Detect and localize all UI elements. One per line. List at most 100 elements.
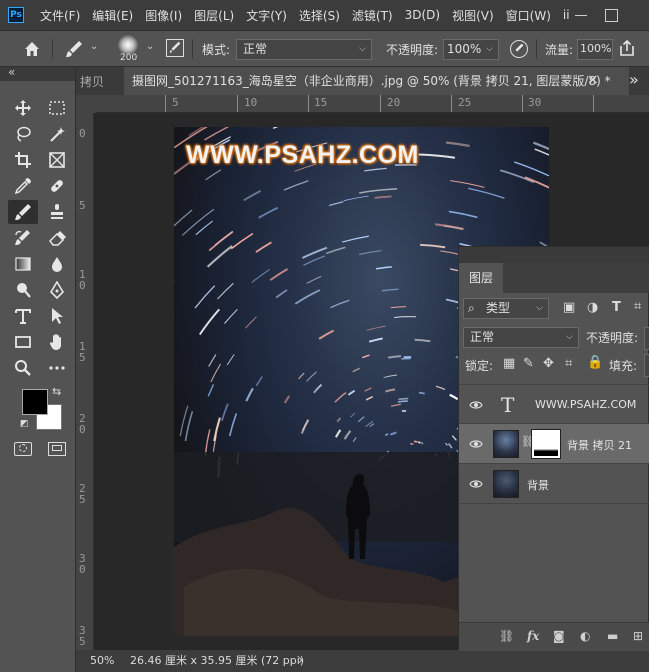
more-tabs-icon[interactable]: » xyxy=(629,70,639,89)
photoshop-logo[interactable]: Ps xyxy=(8,7,24,23)
ruler-origin[interactable] xyxy=(76,95,96,113)
filter-shape-icon[interactable]: ⌗ xyxy=(634,299,641,314)
frame-tool-icon[interactable] xyxy=(44,148,70,172)
brush-size-preview[interactable] xyxy=(118,35,138,55)
eye-icon[interactable] xyxy=(469,398,483,412)
crop-tool-icon[interactable] xyxy=(10,148,36,172)
rectangle-tool-icon[interactable] xyxy=(10,330,36,354)
lock-transparency-icon[interactable]: ▦ xyxy=(503,356,515,371)
blend-mode-dropdown[interactable]: 正常 ⌵ xyxy=(463,327,579,348)
layer-row-background-copy[interactable]: ⛓ 背景 拷贝 21 xyxy=(459,424,649,464)
eraser-icon[interactable] xyxy=(44,226,70,250)
share-icon[interactable] xyxy=(619,39,635,57)
chevron-down-icon[interactable]: ⌄ xyxy=(146,41,154,52)
filter-pixel-icon[interactable]: ▣ xyxy=(563,300,575,315)
menu-file[interactable]: 文件(F) xyxy=(34,7,86,24)
blur-tool-icon[interactable] xyxy=(44,252,70,276)
layer-thumbnail[interactable] xyxy=(493,430,519,458)
layers-panel-header[interactable] xyxy=(459,247,649,263)
chevron-down-icon: ⌵ xyxy=(566,332,573,342)
fill-field[interactable] xyxy=(644,354,649,377)
minimize-button[interactable] xyxy=(573,5,589,27)
menu-view[interactable]: 视图(V) xyxy=(446,7,500,24)
swap-colors-icon[interactable]: ⇆ xyxy=(52,385,61,398)
lasso-tool-icon[interactable] xyxy=(10,122,36,146)
tab-layers[interactable]: 图层 xyxy=(459,263,503,293)
move-tool-icon[interactable] xyxy=(10,96,36,120)
menu-window[interactable]: 窗口(W) xyxy=(500,7,557,24)
close-tab-icon[interactable]: × xyxy=(587,72,599,88)
eye-icon[interactable] xyxy=(469,477,483,491)
lock-pixels-icon[interactable]: ✎ xyxy=(523,356,534,371)
previous-tab[interactable]: 拷贝 xyxy=(80,73,104,90)
brush-settings-icon[interactable] xyxy=(166,39,184,57)
zoom-level[interactable]: 50% xyxy=(90,650,114,672)
default-colors-icon[interactable]: ◩ xyxy=(20,419,29,429)
path-selection-icon[interactable] xyxy=(44,304,70,328)
screen-mode-icon[interactable] xyxy=(48,442,66,456)
menu-layer[interactable]: 图层(L) xyxy=(188,7,240,24)
healing-brush-icon[interactable] xyxy=(44,174,70,198)
quick-mask-icon[interactable] xyxy=(14,442,32,456)
pen-tool-icon[interactable] xyxy=(44,278,70,302)
group-folder-icon[interactable]: ▬ xyxy=(607,629,618,643)
magic-wand-icon[interactable] xyxy=(44,122,70,146)
foreground-color-swatch[interactable] xyxy=(22,389,48,415)
clone-stamp-icon[interactable] xyxy=(44,200,70,224)
filter-type-icon[interactable]: T xyxy=(612,300,621,315)
status-arrow-icon[interactable]: › xyxy=(298,650,303,672)
collapse-icon[interactable]: « xyxy=(8,65,15,79)
hand-tool-icon[interactable] xyxy=(44,330,70,354)
vertical-ruler[interactable]: 0 5 1 0 1 5 2 0 2 5 3 0 3 5 xyxy=(76,113,94,650)
layer-thumbnail[interactable] xyxy=(493,470,519,498)
document-tab[interactable]: 摄图网_501271163_海岛星空（非企业商用）.jpg @ 50% (背景 … xyxy=(124,67,629,95)
marquee-tool-icon[interactable] xyxy=(44,96,70,120)
lock-all-icon[interactable]: 🔒 xyxy=(587,355,603,370)
lock-position-icon[interactable]: ✥ xyxy=(543,356,554,371)
link-layers-icon[interactable]: ⛓ xyxy=(499,629,514,643)
ruler-label: 1 5 xyxy=(79,340,86,364)
filter-adjustment-icon[interactable]: ◑ xyxy=(587,300,598,315)
history-brush-icon[interactable] xyxy=(10,226,36,250)
pressure-opacity-icon[interactable] xyxy=(510,40,528,58)
gradient-tool-icon[interactable] xyxy=(10,252,36,276)
flow-label: 流量: xyxy=(545,43,574,57)
opacity-field[interactable]: 100% ⌵ xyxy=(443,39,499,60)
menu-3d[interactable]: 3D(D) xyxy=(399,8,446,22)
eye-icon[interactable] xyxy=(469,437,483,451)
adjustment-layer-icon[interactable]: ◐ xyxy=(580,629,590,643)
flow-field[interactable]: 100% xyxy=(577,39,613,60)
ruler-label: 3 5 xyxy=(79,624,86,648)
fill-label: 填充: xyxy=(609,359,638,373)
menu-select[interactable]: 选择(S) xyxy=(293,7,346,24)
menu-filter[interactable]: 滤镜(T) xyxy=(346,7,399,24)
brush-tool-icon[interactable] xyxy=(8,200,38,224)
text-layer-icon: T xyxy=(501,393,515,417)
eyedropper-icon[interactable] xyxy=(10,174,36,198)
fx-icon[interactable]: fx xyxy=(527,629,539,643)
layer-row-background[interactable]: 背景 xyxy=(459,464,649,504)
menu-image[interactable]: 图像(I) xyxy=(139,7,188,24)
more-tools-icon[interactable] xyxy=(44,356,70,380)
layer-mask-thumbnail[interactable] xyxy=(531,429,561,459)
watermark-text: WWW.PSAHZ.COM xyxy=(186,141,419,169)
dodge-tool-icon[interactable] xyxy=(10,278,36,302)
layer-opacity-field[interactable] xyxy=(644,327,649,350)
home-icon[interactable] xyxy=(22,39,42,59)
add-mask-icon[interactable]: ◙ xyxy=(553,629,565,643)
menu-edit[interactable]: 编辑(E) xyxy=(86,7,139,24)
chevron-down-icon[interactable]: ⌄ xyxy=(90,41,98,52)
new-layer-icon[interactable]: ⊞ xyxy=(633,629,643,643)
layer-row-text[interactable]: T WWW.PSAHZ.COM xyxy=(459,384,649,424)
zoom-tool-icon[interactable] xyxy=(10,356,36,380)
mode-dropdown[interactable]: 正常 ⌵ xyxy=(236,39,372,60)
type-tool-icon[interactable] xyxy=(10,304,36,328)
lock-artboard-icon[interactable]: ⌗ xyxy=(565,356,572,371)
options-bar: ⌄ 200 ⌄ 模式: 正常 ⌵ 不透明度: 100% ⌵ 流量: 100% xyxy=(0,30,649,67)
maximize-button[interactable] xyxy=(605,9,618,22)
horizontal-ruler[interactable]: 0 5 10 15 20 25 30 xyxy=(96,95,649,113)
tools-panel-header[interactable]: « xyxy=(0,65,75,81)
menu-type[interactable]: 文字(Y) xyxy=(240,7,293,24)
brush-preset-icon[interactable] xyxy=(64,39,84,59)
layer-filter-dropdown[interactable]: ⌕ 类型 ⌵ xyxy=(463,298,549,319)
